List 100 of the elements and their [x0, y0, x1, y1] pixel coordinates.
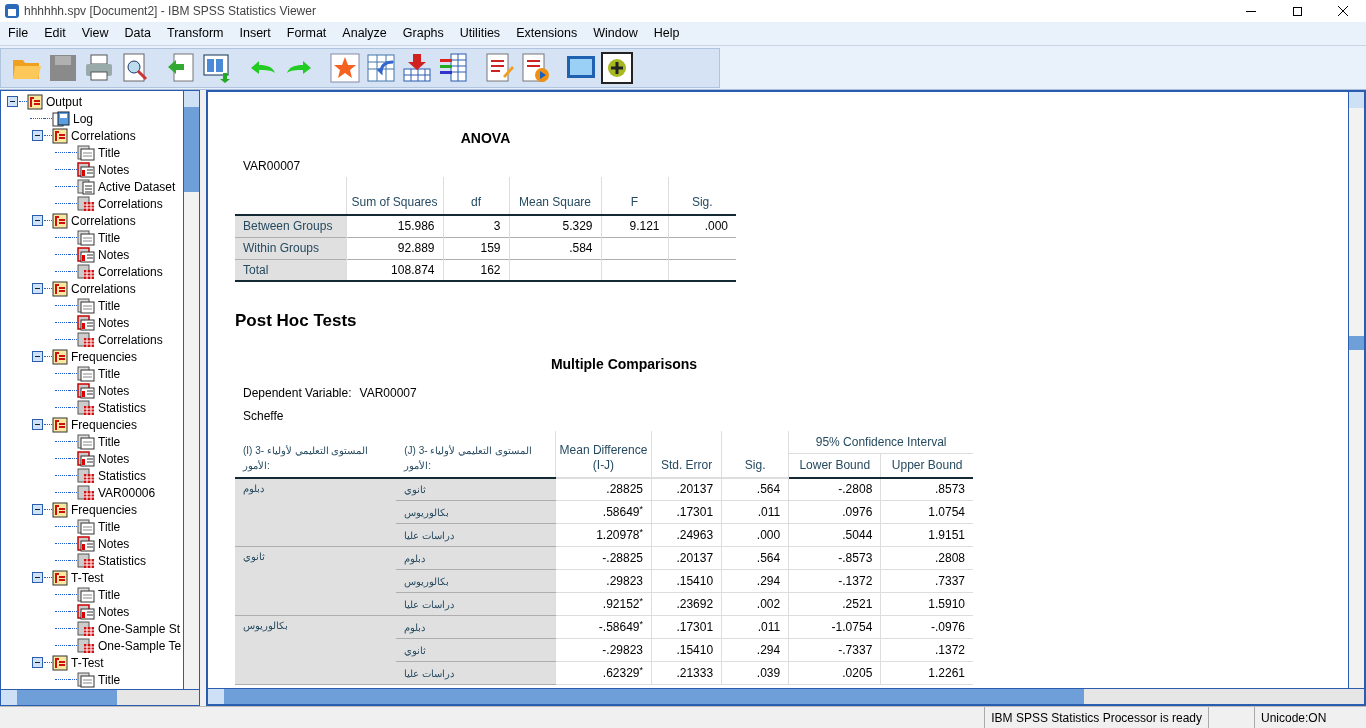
menu-item[interactable]: Transform	[161, 24, 230, 43]
menu-item[interactable]: Help	[647, 24, 686, 43]
outline-item[interactable]: Correlations	[98, 194, 163, 213]
add-icon[interactable]	[599, 49, 635, 86]
table-cell: .62329$^{*}$	[555, 661, 652, 685]
column-header: Lower Bound	[788, 453, 881, 478]
table-icon	[77, 467, 95, 484]
status-encoding: Unicode:ON	[1254, 707, 1366, 728]
menu-item[interactable]: Edit	[38, 24, 72, 43]
outline-item[interactable]: Correlations	[71, 279, 136, 298]
outline-item[interactable]: T-Test	[71, 653, 104, 672]
outline-item[interactable]: Title	[98, 143, 121, 162]
outline-item[interactable]: Statistics	[98, 551, 146, 570]
menu-item[interactable]: Data	[118, 24, 157, 43]
scrollbar[interactable]	[1, 689, 199, 705]
menu-item[interactable]: Window	[587, 24, 644, 43]
notes-icon	[77, 314, 95, 331]
table-cell: .0976	[788, 500, 881, 524]
collapse-toggle[interactable]	[31, 130, 43, 141]
outline-item[interactable]: T-Test	[71, 568, 104, 587]
outline-item[interactable]: Notes	[98, 602, 130, 621]
title-icon	[77, 365, 95, 382]
collapse-toggle[interactable]	[31, 215, 43, 226]
outline-item[interactable]: Notes	[98, 245, 130, 264]
table-cell: .29823	[555, 569, 652, 593]
table-cell: .58649$^{*}$	[555, 500, 652, 524]
outline-item[interactable]: Title	[98, 517, 121, 536]
log-icon	[52, 110, 70, 127]
table-icon	[77, 399, 95, 416]
table-cell: .564	[721, 477, 789, 501]
row-header: دراسات عليا	[396, 592, 556, 616]
outline-item[interactable]: Notes	[98, 313, 130, 332]
menu-item[interactable]: Insert	[233, 24, 277, 43]
outline-item[interactable]: Output	[46, 92, 83, 111]
collapse-toggle[interactable]	[31, 504, 43, 515]
outline-item[interactable]: Statistics	[98, 398, 146, 417]
scrollbar[interactable]	[1348, 92, 1364, 688]
table-cell: -.58649$^{*}$	[555, 615, 652, 639]
column-header: Mean Square	[509, 177, 601, 215]
outline-item[interactable]: Title	[98, 364, 121, 383]
title-icon	[77, 144, 95, 161]
outline-item[interactable]: Correlations	[98, 262, 163, 281]
table-icon	[77, 195, 95, 212]
notes-icon	[77, 603, 95, 620]
outline-item[interactable]: VAR00006	[98, 483, 156, 502]
outline-item[interactable]: Title	[98, 296, 121, 315]
outline-item[interactable]: Frequencies	[71, 347, 138, 366]
menu-item[interactable]: Format	[280, 24, 333, 43]
book-icon	[52, 280, 68, 297]
outline-item[interactable]: Title	[98, 432, 121, 451]
notes-icon	[77, 535, 95, 552]
outline-item[interactable]: Title	[98, 228, 121, 247]
table-cell: 1.0754	[880, 500, 973, 524]
table-cell: .000	[721, 523, 789, 547]
column-header: Sum of Squares	[346, 177, 443, 215]
menu-item[interactable]: File	[2, 24, 35, 43]
row-header: بكالوريوس	[396, 500, 556, 524]
title-icon	[77, 297, 95, 314]
notes-icon	[77, 382, 95, 399]
collapse-toggle[interactable]	[31, 283, 43, 294]
outline-item[interactable]: Correlations	[98, 330, 163, 349]
table-icon	[77, 552, 95, 569]
collapse-toggle[interactable]	[6, 96, 18, 107]
column-header: Sig.	[721, 430, 789, 478]
collapse-toggle[interactable]	[31, 572, 43, 583]
collapse-toggle[interactable]	[31, 657, 43, 668]
menu-item[interactable]: Utilities	[453, 24, 507, 43]
variable-value: VAR00007	[359, 384, 417, 402]
row-header: ثانوي	[396, 477, 556, 501]
menu-item[interactable]: View	[75, 24, 115, 43]
outline-item[interactable]: Title	[98, 585, 121, 604]
outline-item[interactable]: Notes	[98, 534, 130, 553]
table-cell: .17301	[651, 615, 722, 639]
outline-item[interactable]: Log	[73, 109, 94, 128]
outline-item[interactable]: Frequencies	[71, 500, 138, 519]
outline-item[interactable]: Title	[98, 670, 121, 689]
outline-item[interactable]: Active Dataset	[98, 177, 176, 196]
outline-item[interactable]: One-Sample Te	[98, 636, 182, 655]
collapse-toggle[interactable]	[31, 419, 43, 430]
outline-item[interactable]: Notes	[98, 381, 130, 400]
scrollbar[interactable]	[183, 91, 199, 689]
table-cell: .21333	[651, 661, 722, 685]
table-icon	[77, 620, 95, 637]
scrollbar[interactable]	[208, 688, 1364, 704]
table-cell: .20137	[651, 477, 722, 501]
table-cell: .7337	[880, 569, 973, 593]
column-header: df	[443, 177, 509, 215]
outline-item[interactable]: One-Sample St	[98, 619, 181, 638]
outline-item[interactable]: Notes	[98, 160, 130, 179]
menu-item[interactable]: Extensions	[510, 24, 584, 43]
outline-item[interactable]: Statistics	[98, 466, 146, 485]
column-header: (J) 3- المستوى التعليمي لأولياء الأمور:	[396, 430, 556, 478]
outline-item[interactable]: Notes	[98, 449, 130, 468]
outline-item[interactable]: Correlations	[71, 211, 136, 230]
collapse-toggle[interactable]	[31, 351, 43, 362]
menu-item[interactable]: Analyze	[336, 24, 393, 43]
outline-item[interactable]: Correlations	[71, 126, 136, 145]
menu-item[interactable]: Graphs	[396, 24, 450, 43]
outline-item[interactable]: Frequencies	[71, 415, 138, 434]
table-title: Multiple Comparisons	[549, 354, 699, 374]
